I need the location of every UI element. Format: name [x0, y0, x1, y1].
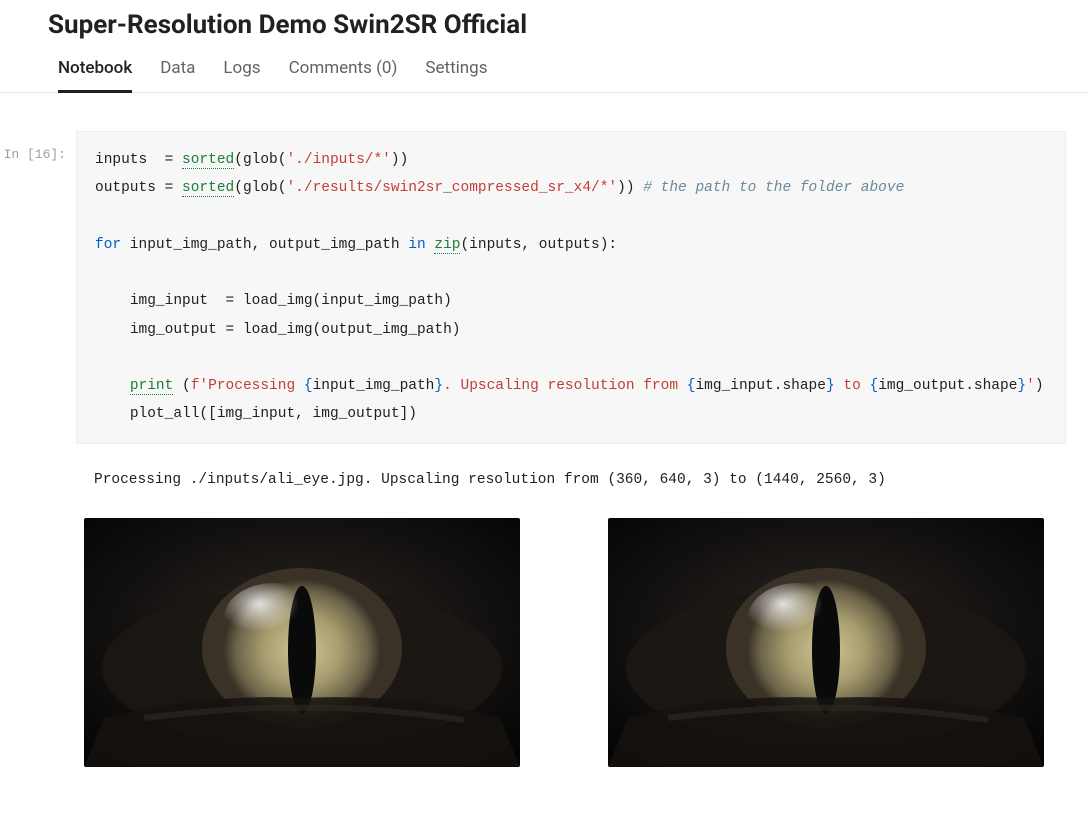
code-token: input_img_path: [313, 378, 435, 394]
page-title: Super-Resolution Demo Swin2SR Official: [48, 10, 1040, 40]
tabs: Notebook Data Logs Comments (0) Settings: [0, 58, 1088, 93]
code-token: (glob(: [234, 180, 286, 196]
code-token: # the path to the folder above: [643, 180, 904, 196]
code-token: input_img_path, output_img_path: [121, 237, 408, 253]
code-token: =: [147, 152, 182, 168]
tab-settings[interactable]: Settings: [425, 58, 487, 92]
code-token: )): [391, 152, 408, 168]
tab-comments[interactable]: Comments (0): [289, 58, 398, 92]
code-token: (: [173, 378, 190, 394]
code-token: to: [835, 378, 870, 394]
cell-output-text: Processing ./inputs/ali_eye.jpg. Upscali…: [94, 472, 1066, 488]
notebook-content: In [16]: inputs = sorted(glob('./inputs/…: [0, 93, 1088, 767]
code-token: }: [434, 378, 443, 394]
code-block[interactable]: inputs = sorted(glob('./inputs/*')) outp…: [76, 131, 1066, 444]
code-token: ': [1026, 378, 1035, 394]
tab-data[interactable]: Data: [160, 58, 195, 92]
code-token: sorted: [182, 152, 234, 169]
code-token: }: [1017, 378, 1026, 394]
code-token: f'Processing: [191, 378, 304, 394]
tab-notebook[interactable]: Notebook: [58, 58, 132, 92]
code-token: './results/swin2sr_compressed_sr_x4/*': [286, 180, 617, 196]
code-token: (glob(: [234, 152, 286, 168]
code-token: img_output = load_img(output_img_path): [95, 322, 460, 338]
code-token: ): [1035, 378, 1044, 394]
code-token: {: [304, 378, 313, 394]
code-token: './inputs/*': [286, 152, 390, 168]
code-token: img_input.shape: [695, 378, 826, 394]
code-token: =: [156, 180, 182, 196]
code-token: }: [826, 378, 835, 394]
code-token: )): [617, 180, 643, 196]
output-image-input: [84, 518, 520, 767]
code-token: print: [130, 378, 174, 395]
code-token: plot_all([img_input, img_output]): [95, 406, 417, 422]
output-image-output: [608, 518, 1044, 767]
output-images: [84, 518, 1066, 767]
code-token: outputs: [95, 180, 156, 196]
code-token: img_input = load_img(input_img_path): [95, 293, 452, 309]
tab-logs[interactable]: Logs: [223, 58, 260, 92]
code-token: img_output.shape: [878, 378, 1017, 394]
code-token: (inputs, outputs):: [460, 237, 617, 253]
code-token: sorted: [182, 180, 234, 197]
cell-prompt: In [16]:: [0, 131, 76, 162]
code-token: . Upscaling resolution from: [443, 378, 687, 394]
code-token: [95, 378, 130, 394]
code-token: in: [408, 237, 425, 253]
code-token: {: [869, 378, 878, 394]
code-token: inputs: [95, 152, 147, 168]
code-token: zip: [434, 237, 460, 254]
code-token: for: [95, 237, 121, 253]
code-cell: In [16]: inputs = sorted(glob('./inputs/…: [0, 131, 1088, 444]
